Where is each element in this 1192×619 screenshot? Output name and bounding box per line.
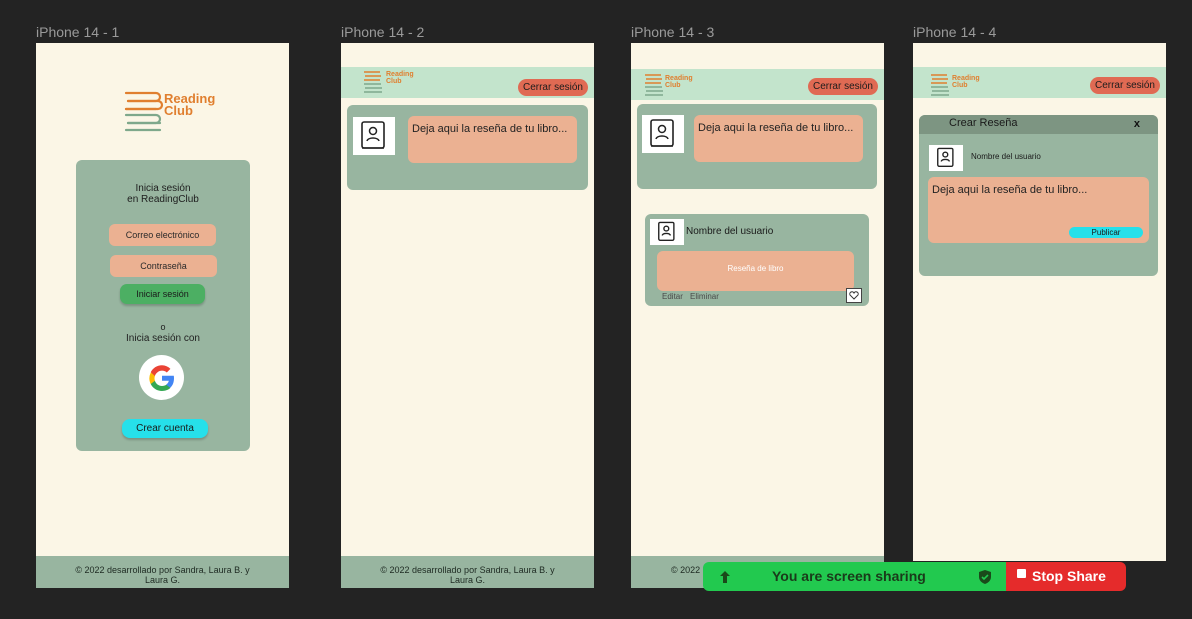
- share-arrow-icon: [720, 571, 730, 583]
- frame-login: Reading Club Inicia sesión en ReadingClu…: [36, 43, 289, 588]
- logo-text-line1: Reading: [665, 75, 693, 82]
- modal-review-placeholder: Deja aqui la reseña de tu libro...: [932, 184, 1088, 196]
- footer: © 2022 desarrollado por Sandra, Laura B.…: [341, 556, 594, 588]
- stop-share-button[interactable]: Stop Share: [1006, 562, 1126, 591]
- reading-club-logo-small: Reading Club: [643, 72, 703, 100]
- create-account-button[interactable]: Crear cuenta: [122, 419, 208, 438]
- create-review-modal: Crear Reseña x Nombre del usuario Deja a…: [919, 115, 1158, 276]
- reading-club-logo-small: Reading Club: [929, 72, 989, 100]
- login-button[interactable]: Iniciar sesión: [120, 284, 205, 304]
- edit-link[interactable]: Editar: [662, 292, 683, 301]
- logout-button[interactable]: Cerrar sesión: [1089, 77, 1160, 94]
- footer: © 2022 desarrollado por Sandra, Laura B.…: [36, 556, 289, 588]
- login-heading-line1: Inicia sesión: [135, 183, 191, 194]
- reading-club-logo-small: Reading Club: [362, 69, 422, 97]
- books-stack-icon: [364, 71, 382, 93]
- post-avatar: [650, 219, 684, 245]
- top-bar: Reading Club Cerrar sesión: [341, 67, 594, 98]
- review-post-card: Nombre del usuario Reseña de libro Edita…: [645, 214, 869, 306]
- publish-button[interactable]: Publicar: [1069, 227, 1143, 238]
- new-review-card: Deja aqui la reseña de tu libro...: [347, 105, 588, 190]
- stop-share-label: Stop Share: [1032, 568, 1106, 584]
- frame-label-1: iPhone 14 - 1: [36, 24, 120, 40]
- footer-line1: © 2022 desarrollado por Sandra, Laura B.…: [75, 565, 250, 575]
- books-stack-icon: [931, 74, 949, 96]
- new-review-card: Deja aqui la reseña de tu libro...: [637, 104, 877, 189]
- delete-link[interactable]: Eliminar: [690, 292, 719, 301]
- screen-share-bar: You are screen sharing Stop Share: [703, 562, 1126, 591]
- review-input[interactable]: Deja aqui la reseña de tu libro...: [694, 115, 863, 162]
- logo-text-line2: Club: [386, 78, 402, 85]
- frame-home: Reading Club Cerrar sesión Deja aqui la …: [341, 43, 594, 588]
- user-avatar: [642, 115, 684, 153]
- google-icon: [148, 364, 174, 391]
- password-field[interactable]: Contraseña: [110, 255, 217, 277]
- modal-avatar: [929, 145, 963, 171]
- frame-label-2: iPhone 14 - 2: [341, 24, 425, 40]
- frame-posted: Reading Club Cerrar sesión Deja aqui la …: [631, 43, 884, 588]
- review-input[interactable]: Deja aqui la reseña de tu libro...: [408, 116, 577, 163]
- user-book-icon: [650, 119, 674, 147]
- or-text: o: [160, 322, 166, 332]
- like-button[interactable]: [846, 288, 862, 303]
- post-username: Nombre del usuario: [686, 226, 774, 237]
- post-review-text: Reseña de libro: [657, 251, 854, 291]
- login-heading-line2: en ReadingClub: [127, 194, 199, 205]
- logout-button[interactable]: Cerrar sesión: [517, 79, 588, 96]
- email-field[interactable]: Correo electrónico: [109, 224, 216, 246]
- modal-username: Nombre del usuario: [971, 152, 1041, 161]
- frame-label-3: iPhone 14 - 3: [631, 24, 715, 40]
- stop-icon: [1017, 569, 1026, 578]
- shield-check-icon: [979, 570, 991, 584]
- login-card: Inicia sesión en ReadingClub Correo elec…: [76, 160, 250, 451]
- modal-close-button[interactable]: x: [1134, 118, 1140, 130]
- sharing-text: You are screen sharing: [772, 568, 926, 584]
- modal-title: Crear Reseña: [949, 117, 1018, 129]
- top-bar: Reading Club Cerrar sesión: [913, 67, 1166, 98]
- books-stack-icon: [645, 74, 663, 96]
- user-avatar: [353, 117, 395, 155]
- frame-label-4: iPhone 14 - 4: [913, 24, 997, 40]
- google-login-button[interactable]: [139, 355, 184, 400]
- reading-club-logo: Reading Club: [122, 89, 232, 137]
- logo-text-line1: Reading: [386, 71, 414, 78]
- footer-line2: Laura G.: [144, 575, 181, 585]
- logo-text-line1: Reading: [952, 75, 980, 82]
- top-bar: Reading Club Cerrar sesión: [631, 69, 884, 100]
- frame-create-review: Reading Club Cerrar sesión Crear Reseña …: [913, 43, 1166, 561]
- footer-line1: © 2022 desarrollado por Sandra, Laura B.…: [380, 565, 555, 575]
- heart-icon: [849, 291, 859, 300]
- modal-header: Crear Reseña x: [919, 115, 1158, 134]
- user-book-icon: [937, 147, 954, 167]
- user-book-icon: [658, 221, 675, 241]
- share-status: You are screen sharing: [703, 562, 1006, 591]
- books-stack-icon: [124, 91, 164, 132]
- logo-text-line2: Club: [164, 103, 193, 118]
- alt-login-text: Inicia sesión con: [126, 333, 200, 344]
- user-book-icon: [361, 121, 385, 149]
- logo-text-line2: Club: [665, 82, 681, 89]
- logout-button[interactable]: Cerrar sesión: [807, 78, 878, 95]
- logo-text-line2: Club: [952, 82, 968, 89]
- footer-line2: Laura G.: [449, 575, 486, 585]
- login-heading: Inicia sesión en ReadingClub: [76, 183, 250, 205]
